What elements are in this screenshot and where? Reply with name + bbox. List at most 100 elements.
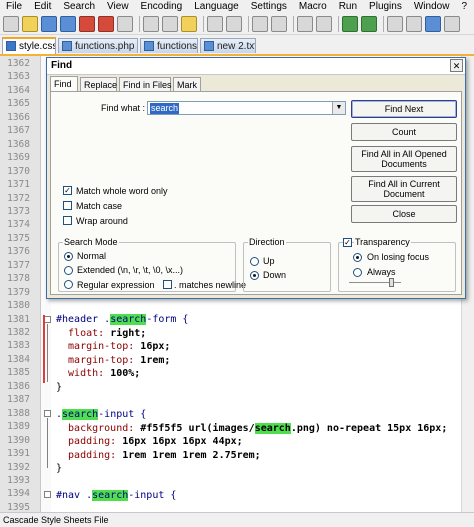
menu-item-run[interactable]: Run [333,0,363,13]
undo-icon[interactable] [207,15,223,32]
sync-vertical-icon[interactable] [342,15,358,32]
menu-item-file[interactable]: File [0,0,28,13]
find-what-label: Find what : [101,103,146,113]
sync-horizontal-icon[interactable] [361,15,377,32]
replace-icon[interactable] [271,15,287,32]
print-icon[interactable] [117,15,133,32]
extended-label: Extended (\n, \r, \t, \0, \x...) [77,265,184,275]
menu-item-macro[interactable]: Macro [293,0,333,13]
tab-find[interactable]: Find [50,76,78,91]
search-highlight: search [110,314,147,325]
close-file-icon[interactable] [79,15,95,32]
open-file-icon[interactable] [22,15,38,32]
fold-toggle[interactable] [44,410,51,417]
menu-item-search[interactable]: Search [57,0,101,13]
code-line: padding: 1rem 1rem 1rem 2.75rem; [56,450,261,461]
up-radio[interactable] [250,257,259,266]
close-button[interactable]: Close [351,205,457,223]
line-number: 1388 [7,407,30,419]
close-icon[interactable]: ✕ [450,59,463,72]
wrap-around-checkbox[interactable] [63,216,72,225]
transparency-checkbox[interactable]: ✓ [343,238,352,247]
regex-radio[interactable] [64,280,73,289]
normal-radio[interactable] [64,252,73,261]
down-radio[interactable] [250,271,259,280]
code-value: right; [110,328,147,339]
menu-item-edit[interactable]: Edit [28,0,57,13]
code-line: background: #f5f5f5 url(images/search.pn… [56,423,447,434]
count-button[interactable]: Count [351,123,457,141]
find-icon[interactable] [252,15,268,32]
find-what-input[interactable]: search ▼ [147,101,346,115]
line-number: 1371 [7,179,30,191]
match-whole-word-checkbox[interactable]: ✓ [63,186,72,195]
file-icon [144,41,154,51]
save-all-icon[interactable] [60,15,76,32]
dialog-title-bar[interactable]: Find ✕ [47,58,465,75]
menu-item-encoding[interactable]: Encoding [135,0,189,13]
line-number: 1393 [7,474,30,486]
menu-item-plugins[interactable]: Plugins [363,0,408,13]
wrap-around-label: Wrap around [76,216,128,226]
on-losing-focus-radio[interactable] [353,253,362,262]
transparency-slider-thumb[interactable] [389,278,394,287]
code-property: padding: [56,436,123,447]
fold-toggle[interactable] [44,491,51,498]
matches-newline-checkbox[interactable] [163,280,172,289]
tab-new-2-txt[interactable]: new 2.txt [200,38,256,53]
code-line: #nav .search-input { [56,490,176,501]
code-selector: #nav . [56,490,93,501]
save-icon[interactable] [41,15,57,32]
transparency-title: Transparency [354,237,411,247]
line-number: 1375 [7,232,30,244]
fold-toggle[interactable] [44,316,51,323]
code-line: } [56,463,62,474]
tab-style-css[interactable]: style.css [2,37,56,54]
find-all-current-button[interactable]: Find All in Current Document [351,176,457,202]
indent-guide-icon[interactable] [425,15,441,32]
up-label: Up [263,256,275,266]
match-case-checkbox[interactable] [63,201,72,210]
paste-icon[interactable] [181,15,197,32]
menu-item-help[interactable]: ? [455,0,473,13]
tab-label: functions.php [75,41,135,52]
zoom-out-icon[interactable] [316,15,332,32]
document-tabs: style.css functions.php functions.php ne… [0,36,474,56]
line-number: 1370 [7,165,30,177]
always-radio[interactable] [353,268,362,277]
find-next-button[interactable]: Find Next [351,100,457,118]
menu-item-language[interactable]: Language [188,0,245,13]
close-all-icon[interactable] [98,15,114,32]
code-line: width: 100%; [56,368,140,379]
chevron-down-icon[interactable]: ▼ [332,102,345,114]
tab-replace[interactable]: Replace [80,77,117,91]
tab-mark[interactable]: Mark [173,77,201,91]
tab-find-in-files[interactable]: Find in Files [119,77,172,91]
toolbar-separator [248,15,249,32]
code-line: .search-input { [56,409,146,420]
code-line: #header .search-form { [56,314,188,325]
language-icon[interactable] [444,15,460,32]
menu-item-window[interactable]: Window [408,0,456,13]
find-all-opened-button[interactable]: Find All in All Opened Documents [351,146,457,172]
tab-label: functions.php [157,41,198,52]
code-selector: #header . [56,314,111,325]
tab-functions-php[interactable]: functions.php [58,38,138,53]
file-icon [6,41,16,51]
match-case-label: Match case [76,201,123,211]
extended-radio[interactable] [64,266,73,275]
line-number: 1374 [7,219,30,231]
show-all-chars-icon[interactable] [406,15,422,32]
menu-item-view[interactable]: View [101,0,135,13]
copy-icon[interactable] [162,15,178,32]
zoom-in-icon[interactable] [297,15,313,32]
cut-icon[interactable] [143,15,159,32]
line-number: 1369 [7,152,30,164]
word-wrap-icon[interactable] [387,15,403,32]
direction-title: Direction [248,237,286,247]
find-panel: Find what : search ▼ Find Next Count Fin… [50,91,462,295]
redo-icon[interactable] [226,15,242,32]
tab-functions-php-2[interactable]: functions.php [140,38,198,53]
new-file-icon[interactable] [3,15,19,32]
menu-item-settings[interactable]: Settings [245,0,293,13]
